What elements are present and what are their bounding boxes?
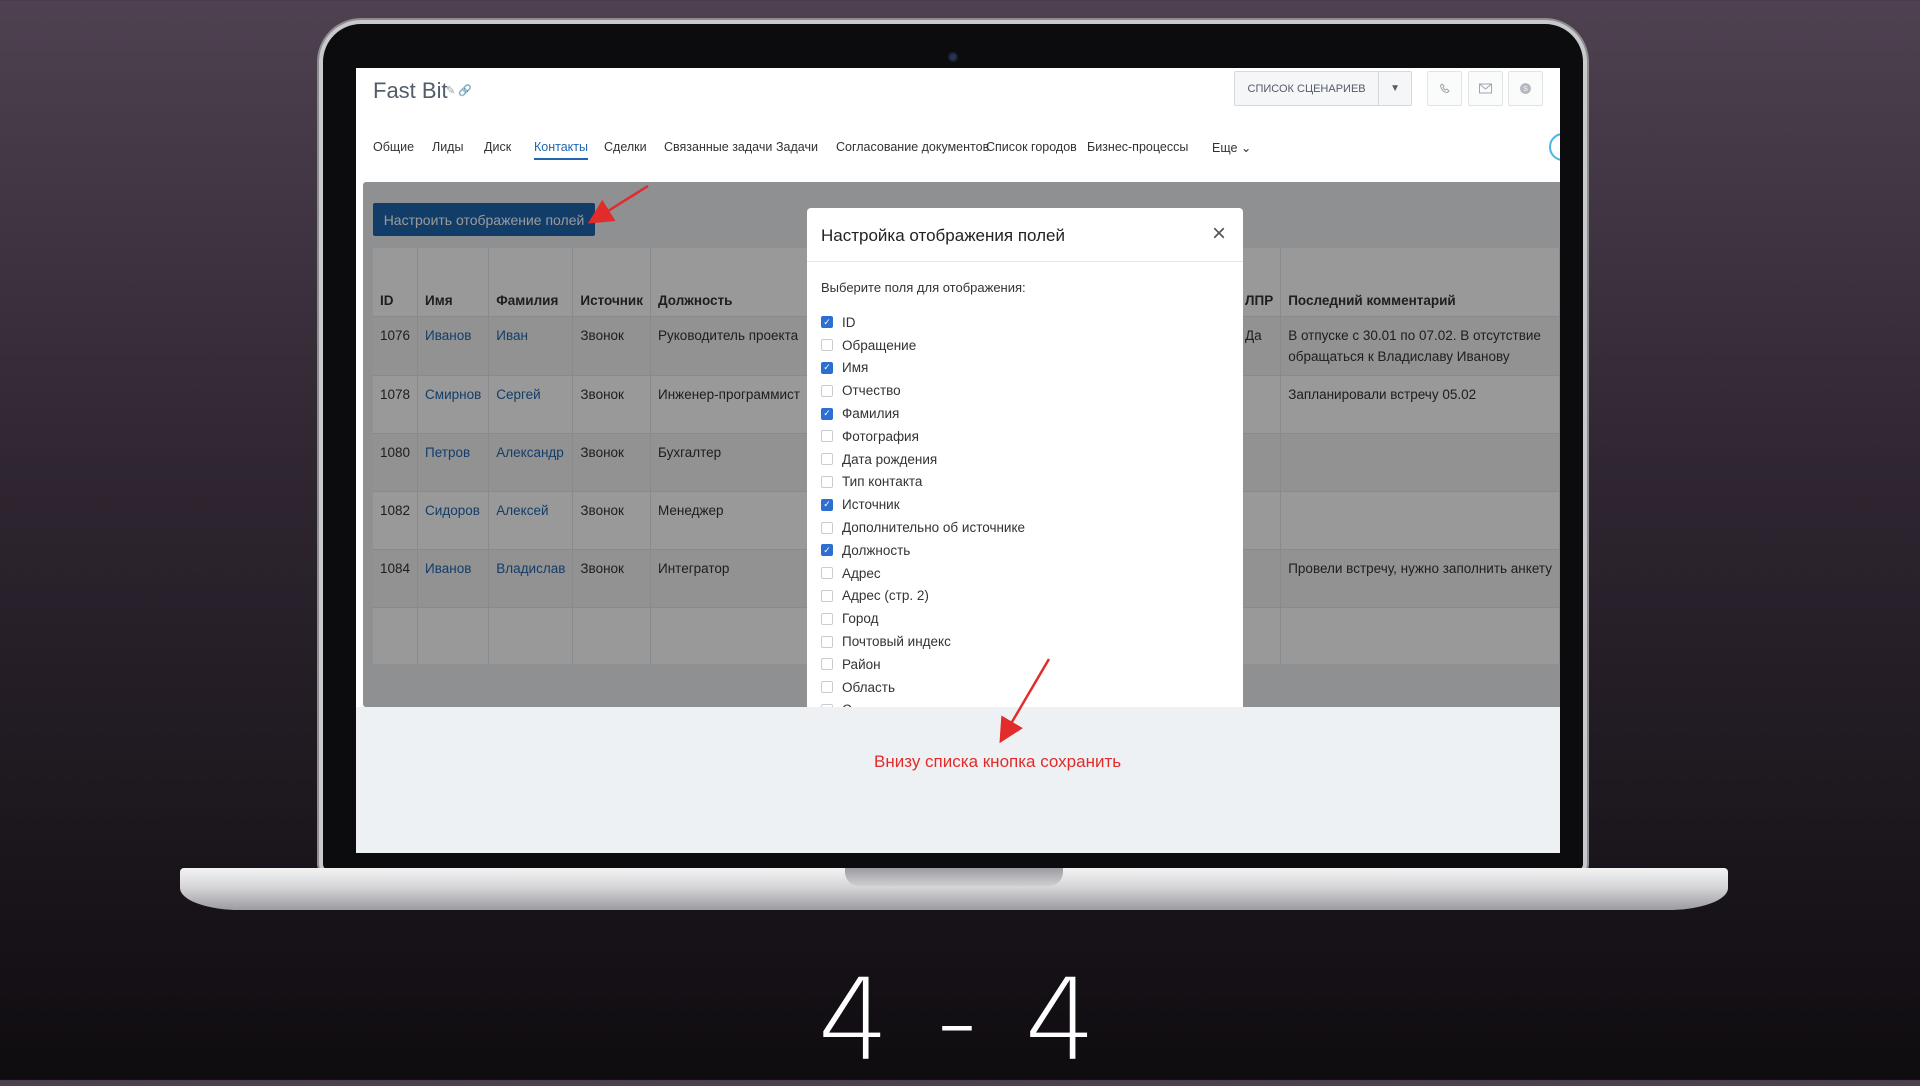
chevron-down-icon[interactable]: ▼ bbox=[1378, 72, 1411, 105]
app-title: Fast Bit bbox=[373, 78, 448, 103]
field-option-label: Адрес (стр. 2) bbox=[842, 588, 929, 604]
tab-document-approval[interactable]: Согласование документов bbox=[836, 136, 989, 158]
laptop-notch bbox=[845, 868, 1063, 886]
edit-link-icon[interactable]: ✎ 🔗 bbox=[446, 84, 472, 97]
tab-leads[interactable]: Лиды bbox=[432, 136, 463, 158]
field-option[interactable]: Область bbox=[821, 676, 1025, 699]
field-option-label: Тип контакта bbox=[842, 474, 923, 490]
field-option[interactable]: Почтовый индекс bbox=[821, 630, 1025, 653]
field-option-label: Фотография bbox=[842, 428, 919, 444]
field-checklist: ✓ ID Обращение ✓ Имя Отчество ✓ Фамилия Фотограф… bbox=[821, 311, 1025, 708]
tab-disk[interactable]: Диск bbox=[484, 136, 511, 158]
phone-icon[interactable] bbox=[1427, 71, 1462, 106]
checkbox-unchecked[interactable] bbox=[821, 475, 833, 488]
checkbox-checked[interactable]: ✓ bbox=[821, 544, 833, 557]
tab-contacts[interactable]: Контакты bbox=[534, 136, 588, 160]
checkbox-unchecked[interactable] bbox=[821, 567, 833, 580]
tab-business-processes[interactable]: Бизнес-процессы bbox=[1087, 136, 1188, 158]
svg-text:S: S bbox=[1523, 86, 1528, 93]
field-option[interactable]: ✓ Должность bbox=[821, 539, 1025, 562]
app-screen: Fast Bit ✎ 🔗 Список сценариев ▼ S Общие … bbox=[356, 68, 1560, 853]
field-option[interactable]: ✓ ID bbox=[821, 311, 1025, 334]
field-option-label: Имя bbox=[842, 360, 869, 376]
camera-icon bbox=[948, 52, 958, 62]
field-option[interactable]: Обращение bbox=[821, 334, 1025, 357]
tab-tasks[interactable]: Задачи bbox=[776, 136, 818, 158]
step-counter: 4 - 4 bbox=[817, 956, 1103, 1086]
field-option[interactable]: Район bbox=[821, 653, 1025, 676]
checkbox-unchecked[interactable] bbox=[821, 430, 833, 443]
checkbox-unchecked[interactable] bbox=[821, 453, 833, 466]
field-option[interactable]: ✓ Фамилия bbox=[821, 402, 1025, 425]
tab-general[interactable]: Общие bbox=[373, 136, 414, 158]
save-hint-annotation: Внизу списка кнопка сохранить bbox=[874, 752, 1122, 771]
field-option-label: Адрес bbox=[842, 565, 881, 581]
field-option[interactable]: Город bbox=[821, 607, 1025, 630]
checkbox-unchecked[interactable] bbox=[821, 658, 833, 671]
field-option-label: Отчество bbox=[842, 383, 901, 399]
checkbox-checked[interactable]: ✓ bbox=[821, 498, 833, 511]
checkbox-unchecked[interactable] bbox=[821, 521, 833, 534]
tab-more[interactable]: Еще ⌄ bbox=[1212, 136, 1251, 159]
mail-icon[interactable] bbox=[1468, 71, 1503, 106]
scenario-list-label: Список сценариев bbox=[1247, 82, 1366, 95]
checkbox-unchecked[interactable] bbox=[821, 339, 833, 352]
tab-more-label: Еще bbox=[1212, 141, 1238, 155]
field-option-label: Город bbox=[842, 611, 879, 627]
field-option-label: Почтовый индекс bbox=[842, 634, 951, 650]
tab-deals[interactable]: Сделки bbox=[604, 136, 647, 158]
field-settings-modal: Настройка отображения полей × Выберите п… bbox=[807, 208, 1243, 708]
field-option-label: Фамилия bbox=[842, 406, 900, 422]
field-option-label: Район bbox=[842, 656, 881, 672]
modal-prompt: Выберите поля для отображения: bbox=[821, 280, 1026, 295]
checkbox-checked[interactable]: ✓ bbox=[821, 407, 833, 420]
laptop-base bbox=[180, 868, 1728, 910]
close-icon[interactable]: × bbox=[1207, 222, 1231, 246]
field-option-label: Обращение bbox=[842, 337, 917, 353]
field-option[interactable]: Отчество bbox=[821, 379, 1025, 402]
field-option[interactable]: Адрес bbox=[821, 562, 1025, 585]
field-option[interactable]: Тип контакта bbox=[821, 471, 1025, 494]
field-option[interactable]: Дополнительно об источнике bbox=[821, 516, 1025, 539]
field-option-label: Дополнительно об источнике bbox=[842, 520, 1026, 536]
field-option[interactable]: ✓ Источник bbox=[821, 493, 1025, 516]
field-option[interactable]: Фотография bbox=[821, 425, 1025, 448]
checkbox-checked[interactable]: ✓ bbox=[821, 316, 833, 329]
modal-divider bbox=[807, 261, 1243, 262]
page-footer-area bbox=[356, 707, 1560, 853]
checkbox-unchecked[interactable] bbox=[821, 612, 833, 625]
scenario-list-button[interactable]: Список сценариев ▼ bbox=[1234, 71, 1412, 106]
tab-related-tasks[interactable]: Связанные задачи bbox=[664, 136, 772, 158]
field-option-label: Дата рождения bbox=[842, 451, 938, 467]
skype-icon[interactable]: S bbox=[1508, 71, 1543, 106]
field-option-label: Источник bbox=[842, 497, 900, 513]
checkbox-unchecked[interactable] bbox=[821, 384, 833, 397]
field-option-label: ID bbox=[842, 314, 856, 330]
field-option[interactable]: ✓ Имя bbox=[821, 357, 1025, 380]
field-option-label: Область bbox=[842, 679, 895, 695]
tab-city-list[interactable]: Список городов bbox=[986, 136, 1077, 158]
checkbox-unchecked[interactable] bbox=[821, 635, 833, 648]
modal-title: Настройка отображения полей bbox=[821, 226, 1065, 245]
checkbox-checked[interactable]: ✓ bbox=[821, 361, 833, 374]
tab-bar: Общие Лиды Диск Контакты Сделки Связанны… bbox=[356, 136, 1560, 176]
field-option[interactable]: Адрес (стр. 2) bbox=[821, 585, 1025, 608]
chevron-down-icon: ⌄ bbox=[1240, 141, 1252, 155]
field-option-label: Должность bbox=[842, 542, 911, 558]
field-option[interactable]: Дата рождения bbox=[821, 448, 1025, 471]
checkbox-unchecked[interactable] bbox=[821, 681, 833, 694]
checkbox-unchecked[interactable] bbox=[821, 589, 833, 602]
